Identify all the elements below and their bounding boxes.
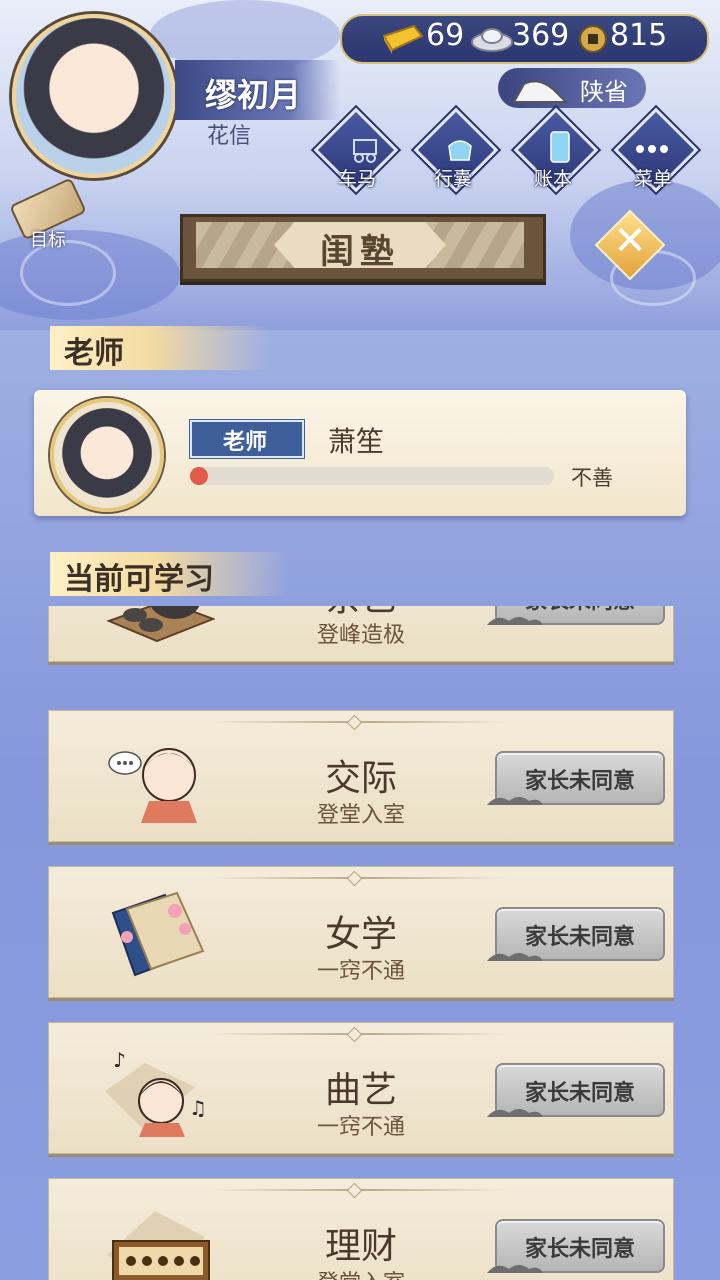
carriage-icon xyxy=(353,139,377,163)
skill-card-social[interactable]: 交际 登堂入室 家长未同意 xyxy=(48,710,674,842)
skill-name: 曲艺 xyxy=(324,1070,397,1111)
tea-set-icon xyxy=(106,606,215,643)
chatting-girl-icon xyxy=(108,748,197,823)
ledger-icon xyxy=(550,131,570,163)
close-icon: ✕ xyxy=(613,218,647,264)
diamond-ornament xyxy=(346,870,363,887)
more-dots-icon xyxy=(636,145,668,153)
player-name: 缪初月 xyxy=(205,76,302,114)
skill-level: 一窍不通 xyxy=(316,1115,405,1140)
teacher-avatar xyxy=(50,398,164,512)
parent-disapproved-button[interactable]: 家长未同意 xyxy=(487,1219,665,1273)
province-name: 陕省 xyxy=(580,78,628,106)
skill-button-label: 家长未同意 xyxy=(524,1081,635,1106)
iron-map-icon xyxy=(512,80,569,103)
ledger-label: 账本 xyxy=(533,168,572,190)
parent-disapproved-button[interactable]: 家长未同意 xyxy=(487,907,665,961)
skill-name: 女学 xyxy=(324,914,397,955)
teacher-section-title: 老师 xyxy=(64,336,124,371)
skill-card-performing-arts[interactable]: ♪ ♫ 曲艺 一窍不通 家长未同意 xyxy=(48,1022,674,1154)
svg-text:♫: ♫ xyxy=(189,1096,207,1120)
skill-level: 登堂入室 xyxy=(316,803,405,828)
skill-level: 一窍不通 xyxy=(316,959,405,984)
diamond-ornament xyxy=(346,1026,363,1043)
skill-level: 登峰造极 xyxy=(316,623,405,648)
learn-section-title: 当前可学习 xyxy=(64,562,214,597)
skill-button-label: 家长未同意 xyxy=(524,1237,635,1262)
gold-amount: 69 xyxy=(426,18,465,53)
page-title: 闺塾 xyxy=(320,232,400,272)
currency-bar: 69 369 815 xyxy=(340,14,709,64)
silver-ingot-icon xyxy=(471,28,513,52)
skill-button-label: 家长未同意 xyxy=(524,925,635,950)
skill-card-tea[interactable]: 茶艺 登峰造极 家长未同意 xyxy=(48,606,674,662)
carriage-label: 车马 xyxy=(337,168,376,190)
player-avatar[interactable] xyxy=(12,14,176,178)
skill-card-finance[interactable]: 理财 登堂入室 家长未同意 xyxy=(48,1178,674,1280)
bundle-icon xyxy=(448,140,472,161)
parent-disapproved-button[interactable]: 家长未同意 xyxy=(487,606,665,625)
skill-name: 交际 xyxy=(324,758,397,799)
diamond-ornament xyxy=(346,1182,363,1199)
skills-list[interactable]: 茶艺 登峰造极 家长未同意 交际 登堂入室 家长未同意 xyxy=(48,606,674,1280)
music-girl-icon: ♪ ♫ xyxy=(105,1048,207,1137)
silver-amount: 369 xyxy=(512,18,570,53)
skill-button-label: 家长未同意 xyxy=(497,606,663,615)
relation-bar-fill xyxy=(190,467,208,485)
relation-bar xyxy=(190,467,554,485)
book-flowers-icon xyxy=(111,891,205,977)
skill-card-female-studies[interactable]: 女学 一窍不通 家长未同意 xyxy=(48,866,674,998)
svg-text:♪: ♪ xyxy=(113,1048,126,1072)
teacher-name: 萧笙 xyxy=(328,425,385,458)
bundle-label: 行囊 xyxy=(433,168,472,190)
parent-disapproved-button[interactable]: 家长未同意 xyxy=(487,751,665,805)
menu-label: 菜单 xyxy=(633,168,672,190)
copper-coin-icon xyxy=(579,25,607,53)
relation-label: 不善 xyxy=(571,466,613,490)
skill-name: 理财 xyxy=(324,1226,397,1267)
diamond-ornament xyxy=(346,714,363,731)
coin-amount: 815 xyxy=(610,18,668,53)
goal-label: 目标 xyxy=(30,230,66,251)
parent-disapproved-button[interactable]: 家长未同意 xyxy=(487,1063,665,1117)
skill-button-label: 家长未同意 xyxy=(524,769,635,794)
teacher-tag-label: 老师 xyxy=(222,430,267,455)
player-title: 花信 xyxy=(207,124,252,149)
gold-ingot-icon xyxy=(382,24,424,54)
abacus-icon xyxy=(107,1211,210,1280)
skill-level: 登堂入室 xyxy=(261,1265,461,1280)
